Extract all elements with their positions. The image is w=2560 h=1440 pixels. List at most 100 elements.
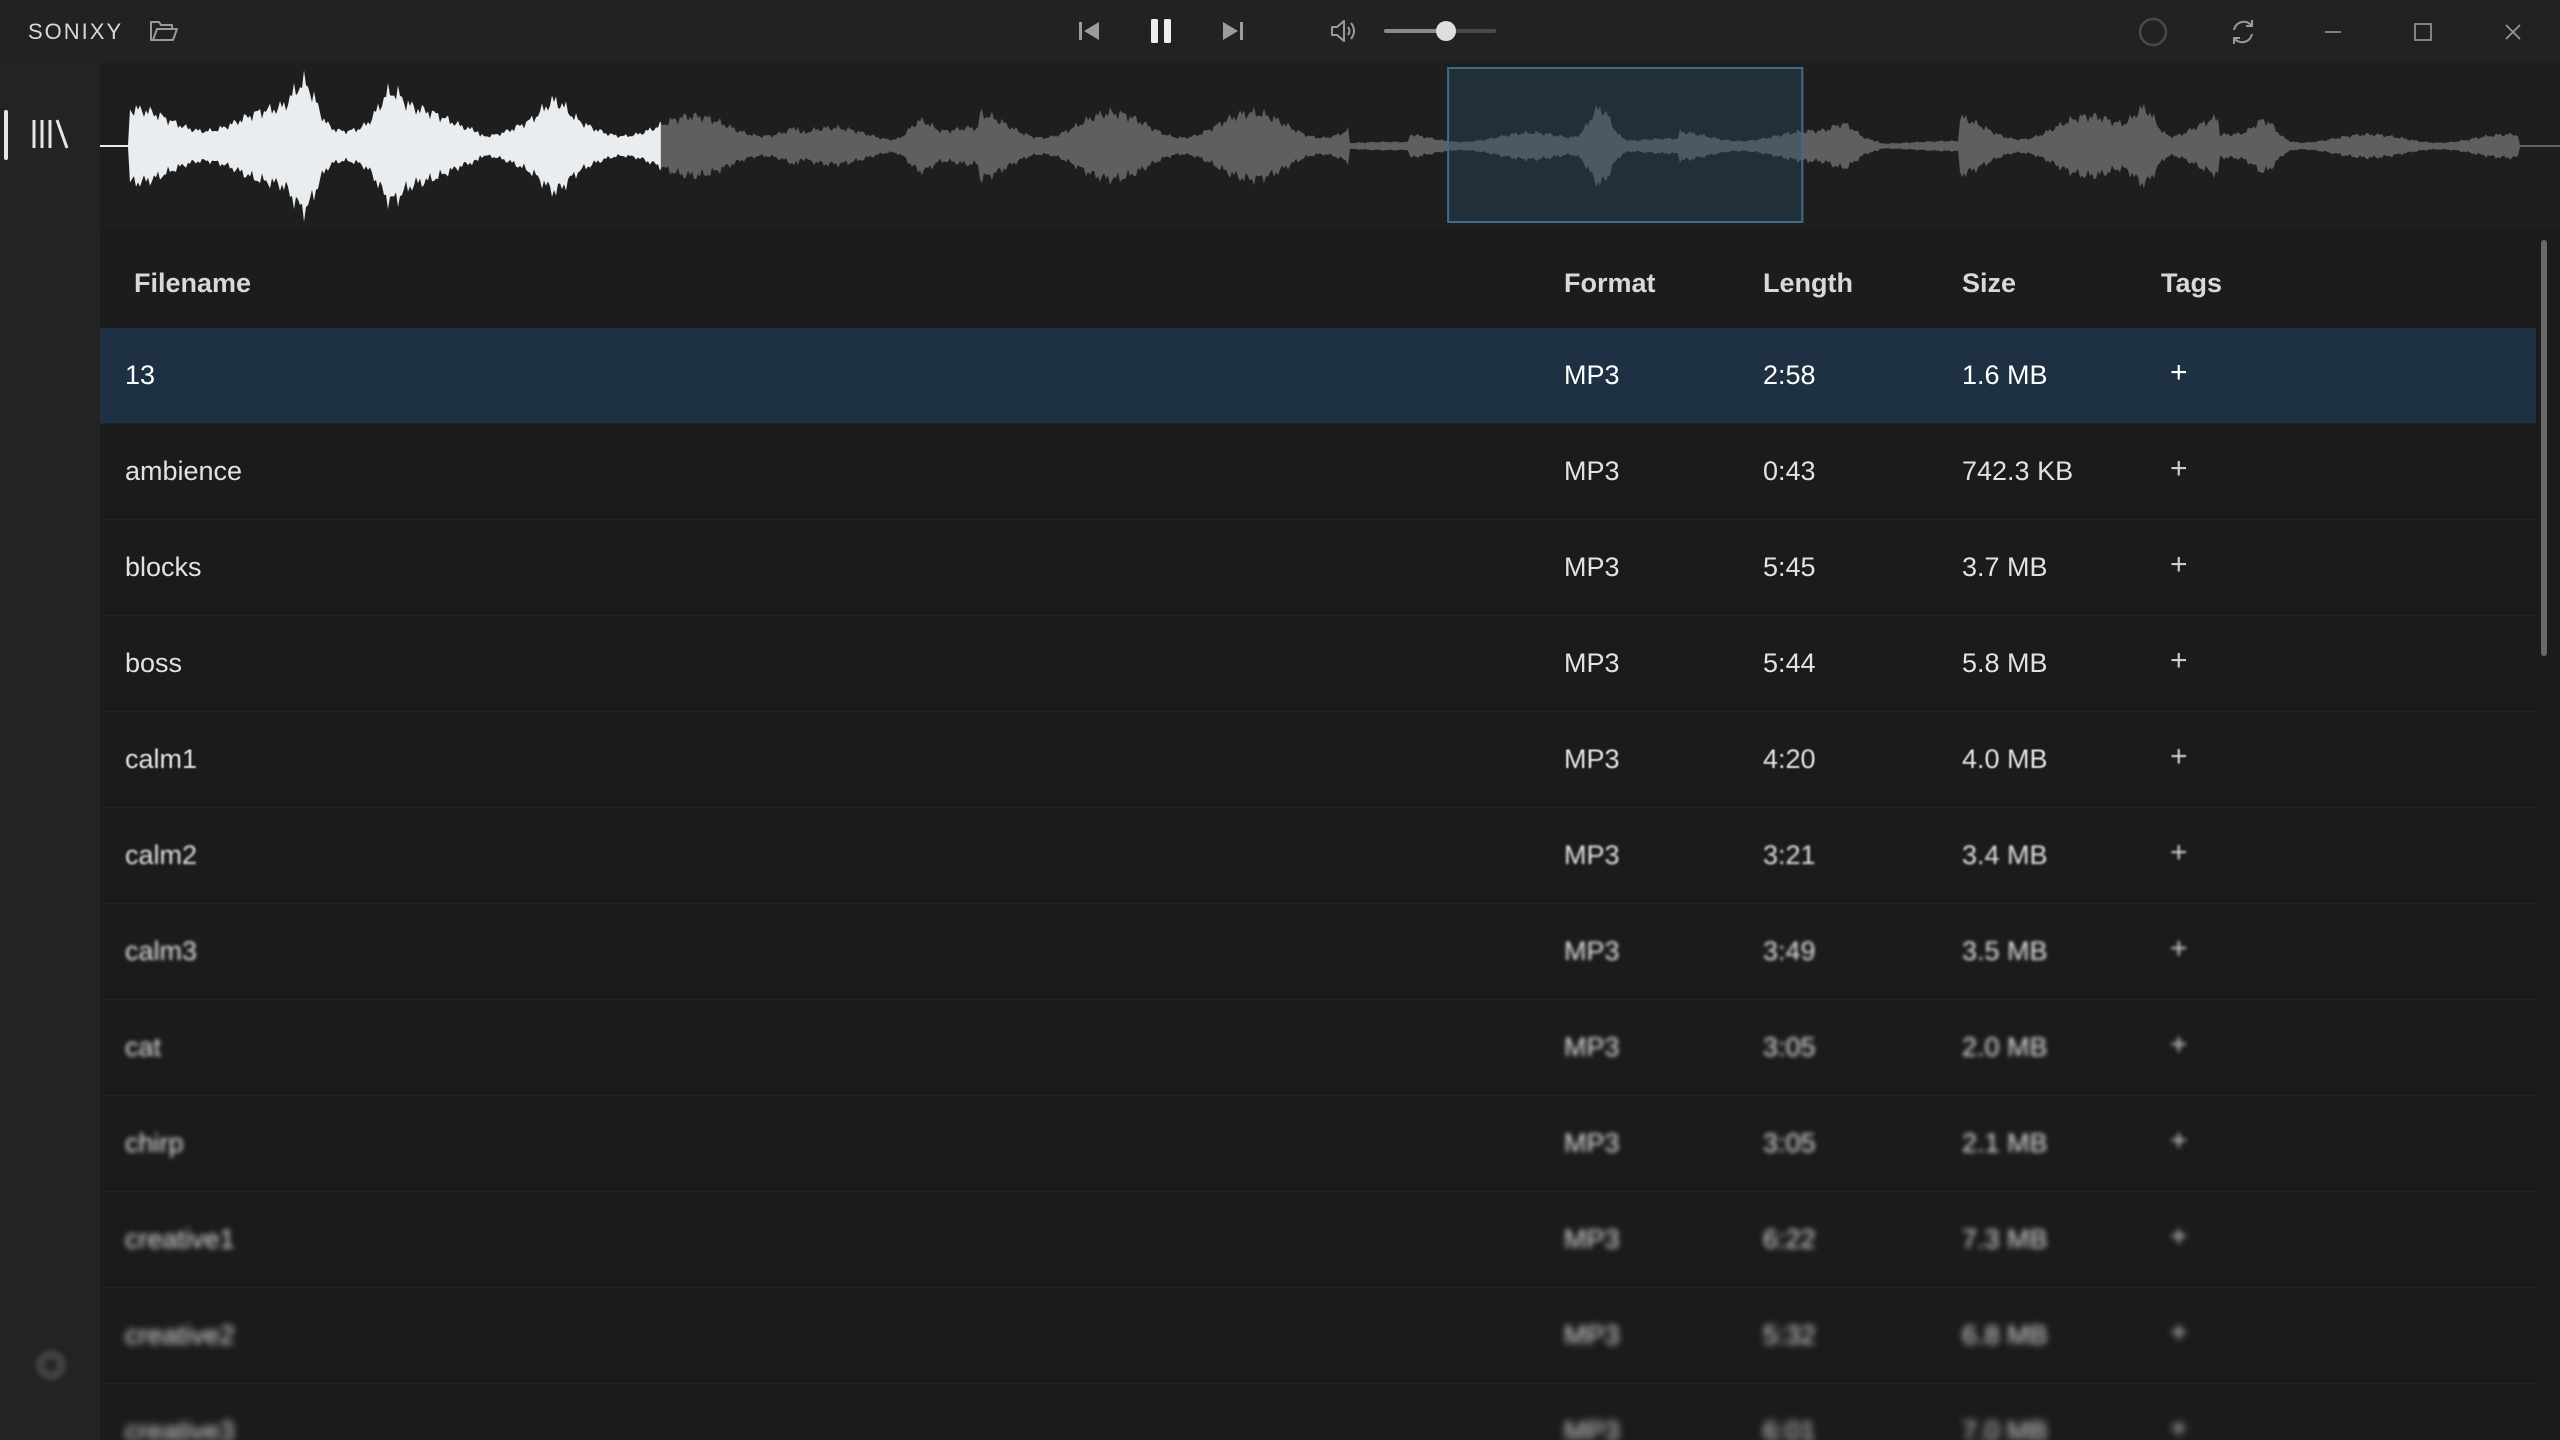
cell-format: MP3 — [1564, 1224, 1620, 1254]
cell-format: MP3 — [1564, 840, 1620, 870]
cell-filename: boss — [125, 648, 183, 678]
cell-format: MP3 — [1564, 552, 1620, 582]
cell-length: 0:43 — [1763, 456, 1816, 486]
cell-format: MP3 — [1564, 456, 1620, 486]
app-title: SONIXY — [28, 19, 124, 44]
cell-format: MP3 — [1564, 1032, 1620, 1062]
cell-filename: ambience — [125, 456, 243, 486]
add-tag-button[interactable]: + — [2170, 932, 2188, 966]
cell-length: 3:21 — [1763, 840, 1816, 870]
cell-size: 3.5 MB — [1962, 936, 2048, 966]
cell-format: MP3 — [1564, 936, 1620, 966]
library-icon — [30, 114, 72, 154]
maximize-icon[interactable] — [2406, 15, 2440, 49]
skip-previous-icon[interactable] — [1073, 16, 1105, 46]
cell-format: MP3 — [1564, 744, 1620, 774]
table-row[interactable]: cat MP3 3:05 2.0 MB + — [100, 1000, 2536, 1096]
volume-thumb[interactable] — [1435, 21, 1456, 41]
cell-size: 2.1 MB — [1962, 1128, 2048, 1158]
column-header-tags[interactable]: Tags — [2161, 268, 2222, 299]
vertical-scrollbar[interactable] — [2538, 234, 2550, 1440]
table-row[interactable]: chirp MP3 3:05 2.1 MB + — [100, 1096, 2536, 1192]
cell-filename: 13 — [125, 360, 156, 390]
title-bar: SONIXY — [0, 0, 2560, 62]
cell-format: MP3 — [1564, 1416, 1620, 1440]
minimize-icon[interactable] — [2316, 15, 2350, 49]
add-tag-button[interactable]: + — [2170, 1124, 2188, 1158]
waveform-display[interactable] — [100, 62, 2560, 230]
add-tag-button[interactable]: + — [2170, 452, 2188, 486]
cell-size: 7.3 MB — [1962, 1224, 2048, 1254]
cell-size: 3.4 MB — [1962, 840, 2048, 870]
cell-length: 5:32 — [1763, 1320, 1816, 1350]
circle-icon[interactable] — [2136, 15, 2170, 49]
cell-length: 5:45 — [1763, 552, 1816, 582]
table-row[interactable]: 13 MP3 2:58 1.6 MB + — [100, 328, 2536, 424]
table-row[interactable]: creative3 MP3 6:01 7.0 MB + — [100, 1384, 2536, 1440]
column-header-format[interactable]: Format — [1564, 268, 1656, 299]
cell-format: MP3 — [1564, 1320, 1620, 1350]
file-table: Filename Format Length Size Tags 13 MP3 2:… — [100, 232, 2536, 1440]
table-header: Filename Format Length Size Tags — [100, 232, 2536, 326]
add-tag-button[interactable]: + — [2170, 548, 2188, 582]
cell-filename: creative3 — [125, 1416, 235, 1440]
cell-length: 4:20 — [1763, 744, 1816, 774]
table-body: 13 MP3 2:58 1.6 MB + ambience MP3 0:43 742.3 KB… — [100, 328, 2536, 1440]
cell-size: 5.8 MB — [1962, 648, 2048, 678]
table-row[interactable]: calm2 MP3 3:21 3.4 MB + — [100, 808, 2536, 904]
cell-length: 3:05 — [1763, 1128, 1816, 1158]
cell-length: 3:05 — [1763, 1032, 1816, 1062]
table-row[interactable]: calm1 MP3 4:20 4.0 MB + — [100, 712, 2536, 808]
add-tag-button[interactable]: + — [2170, 1220, 2188, 1254]
table-row[interactable]: blocks MP3 5:45 3.7 MB + — [100, 520, 2536, 616]
cell-size: 2.0 MB — [1962, 1032, 2048, 1062]
cell-format: MP3 — [1564, 648, 1620, 678]
cell-size: 3.7 MB — [1962, 552, 2048, 582]
cell-size: 742.3 KB — [1962, 456, 2074, 486]
column-header-size[interactable]: Size — [1962, 268, 2016, 299]
volume-icon[interactable] — [1327, 15, 1361, 47]
cell-filename: creative2 — [125, 1320, 235, 1350]
cell-filename: calm1 — [125, 744, 198, 774]
close-icon[interactable] — [2496, 15, 2530, 49]
add-tag-button[interactable]: + — [2170, 644, 2188, 678]
scrollbar-thumb[interactable] — [2541, 240, 2547, 656]
table-row[interactable]: creative1 MP3 6:22 7.3 MB + — [100, 1192, 2536, 1288]
add-tag-button[interactable]: + — [2170, 1316, 2188, 1350]
sonixy-window: SONIXY Filename Format Length Size Tags … — [0, 0, 2560, 1440]
column-header-filename[interactable]: Filename — [134, 268, 251, 299]
table-row[interactable]: boss MP3 5:44 5.8 MB + — [100, 616, 2536, 712]
volume-slider[interactable] — [1384, 20, 1504, 42]
table-row[interactable]: ambience MP3 0:43 742.3 KB + — [100, 424, 2536, 520]
sync-icon[interactable] — [2226, 15, 2260, 49]
cell-length: 6:01 — [1763, 1416, 1816, 1440]
cell-filename: calm3 — [125, 936, 198, 966]
waveform-selection[interactable] — [1447, 67, 1804, 223]
add-tag-button[interactable]: + — [2170, 356, 2188, 390]
sidebar-item-library[interactable] — [0, 94, 100, 172]
cell-length: 3:49 — [1763, 936, 1816, 966]
sidebar — [0, 62, 100, 1440]
cell-length: 6:22 — [1763, 1224, 1816, 1254]
table-row[interactable]: creative2 MP3 5:32 6.8 MB + — [100, 1288, 2536, 1384]
add-tag-button[interactable]: + — [2170, 836, 2188, 870]
cell-size: 6.8 MB — [1962, 1320, 2048, 1350]
column-header-length[interactable]: Length — [1763, 268, 1853, 299]
add-tag-button[interactable]: + — [2170, 1412, 2188, 1440]
settings-icon[interactable] — [28, 1342, 74, 1388]
cell-size: 7.0 MB — [1962, 1416, 2048, 1440]
cell-format: MP3 — [1564, 360, 1620, 390]
add-tag-button[interactable]: + — [2170, 740, 2188, 774]
folder-open-icon[interactable] — [148, 16, 180, 46]
add-tag-button[interactable]: + — [2170, 1028, 2188, 1062]
cell-filename: blocks — [125, 552, 202, 582]
cell-filename: calm2 — [125, 840, 198, 870]
cell-format: MP3 — [1564, 1128, 1620, 1158]
cell-size: 1.6 MB — [1962, 360, 2048, 390]
cell-filename: creative1 — [125, 1224, 235, 1254]
table-row[interactable]: calm3 MP3 3:49 3.5 MB + — [100, 904, 2536, 1000]
cell-filename: cat — [125, 1032, 162, 1062]
skip-next-icon[interactable] — [1217, 16, 1249, 46]
cell-length: 2:58 — [1763, 360, 1816, 390]
pause-icon[interactable] — [1143, 14, 1179, 48]
